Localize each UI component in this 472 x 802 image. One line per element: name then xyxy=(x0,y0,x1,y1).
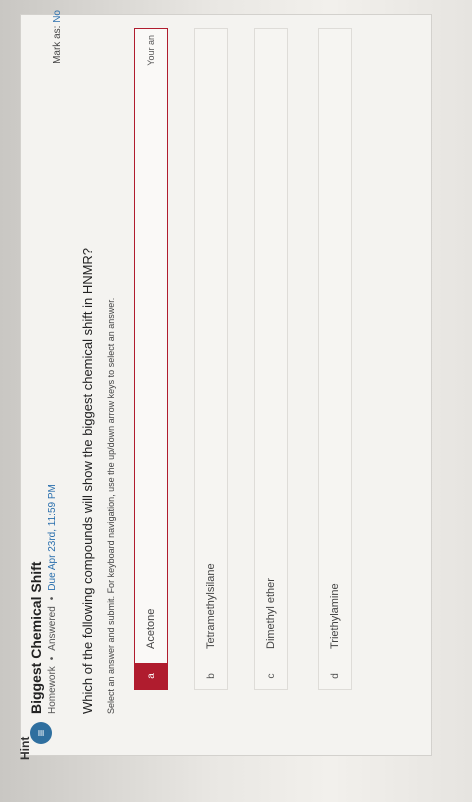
option-letter: a xyxy=(135,663,167,689)
hint-button[interactable]: Hint xyxy=(18,737,32,760)
mark-as-value[interactable]: No xyxy=(52,10,63,23)
question-instruction: Select an answer and submit. For keyboar… xyxy=(106,297,116,714)
option-label: Triethylamine xyxy=(329,583,341,649)
mark-as-label: Mark as: xyxy=(52,25,63,64)
assignment-type: Homework xyxy=(47,666,58,714)
mark-as[interactable]: Mark as: No xyxy=(52,10,63,64)
bullet-separator: • xyxy=(47,596,58,601)
option-label: Tetramethylsilane xyxy=(205,563,217,649)
option-letter: b xyxy=(205,673,217,679)
answer-option-c[interactable]: c Dimethyl ether xyxy=(254,28,288,690)
assignment-meta: Homework • Answered • Due Apr 23rd, 11:59 PM xyxy=(47,484,58,714)
rotated-page: ≡ Biggest Chemical Shift Homework • Answer… xyxy=(0,0,472,802)
answer-option-b[interactable]: b Tetramethylsilane xyxy=(194,28,228,690)
option-label: Dimethyl ether xyxy=(265,578,277,649)
assignment-title: Biggest Chemical Shift xyxy=(28,561,44,714)
due-date: Due Apr 23rd, 11:59 PM xyxy=(47,484,58,591)
answer-option-a[interactable]: a Acetone Your an xyxy=(134,28,168,690)
list-icon: ≡ xyxy=(30,722,52,744)
option-letter: d xyxy=(329,673,341,679)
assignment-status: Answered xyxy=(47,606,58,651)
option-label: Acetone xyxy=(145,608,157,649)
question-text: Which of the following compounds will sh… xyxy=(80,247,95,714)
answer-option-d[interactable]: d Triethylamine xyxy=(318,28,352,690)
option-letter: c xyxy=(265,673,277,679)
your-answer-note: Your an xyxy=(146,35,156,66)
bullet-separator: • xyxy=(47,656,58,661)
